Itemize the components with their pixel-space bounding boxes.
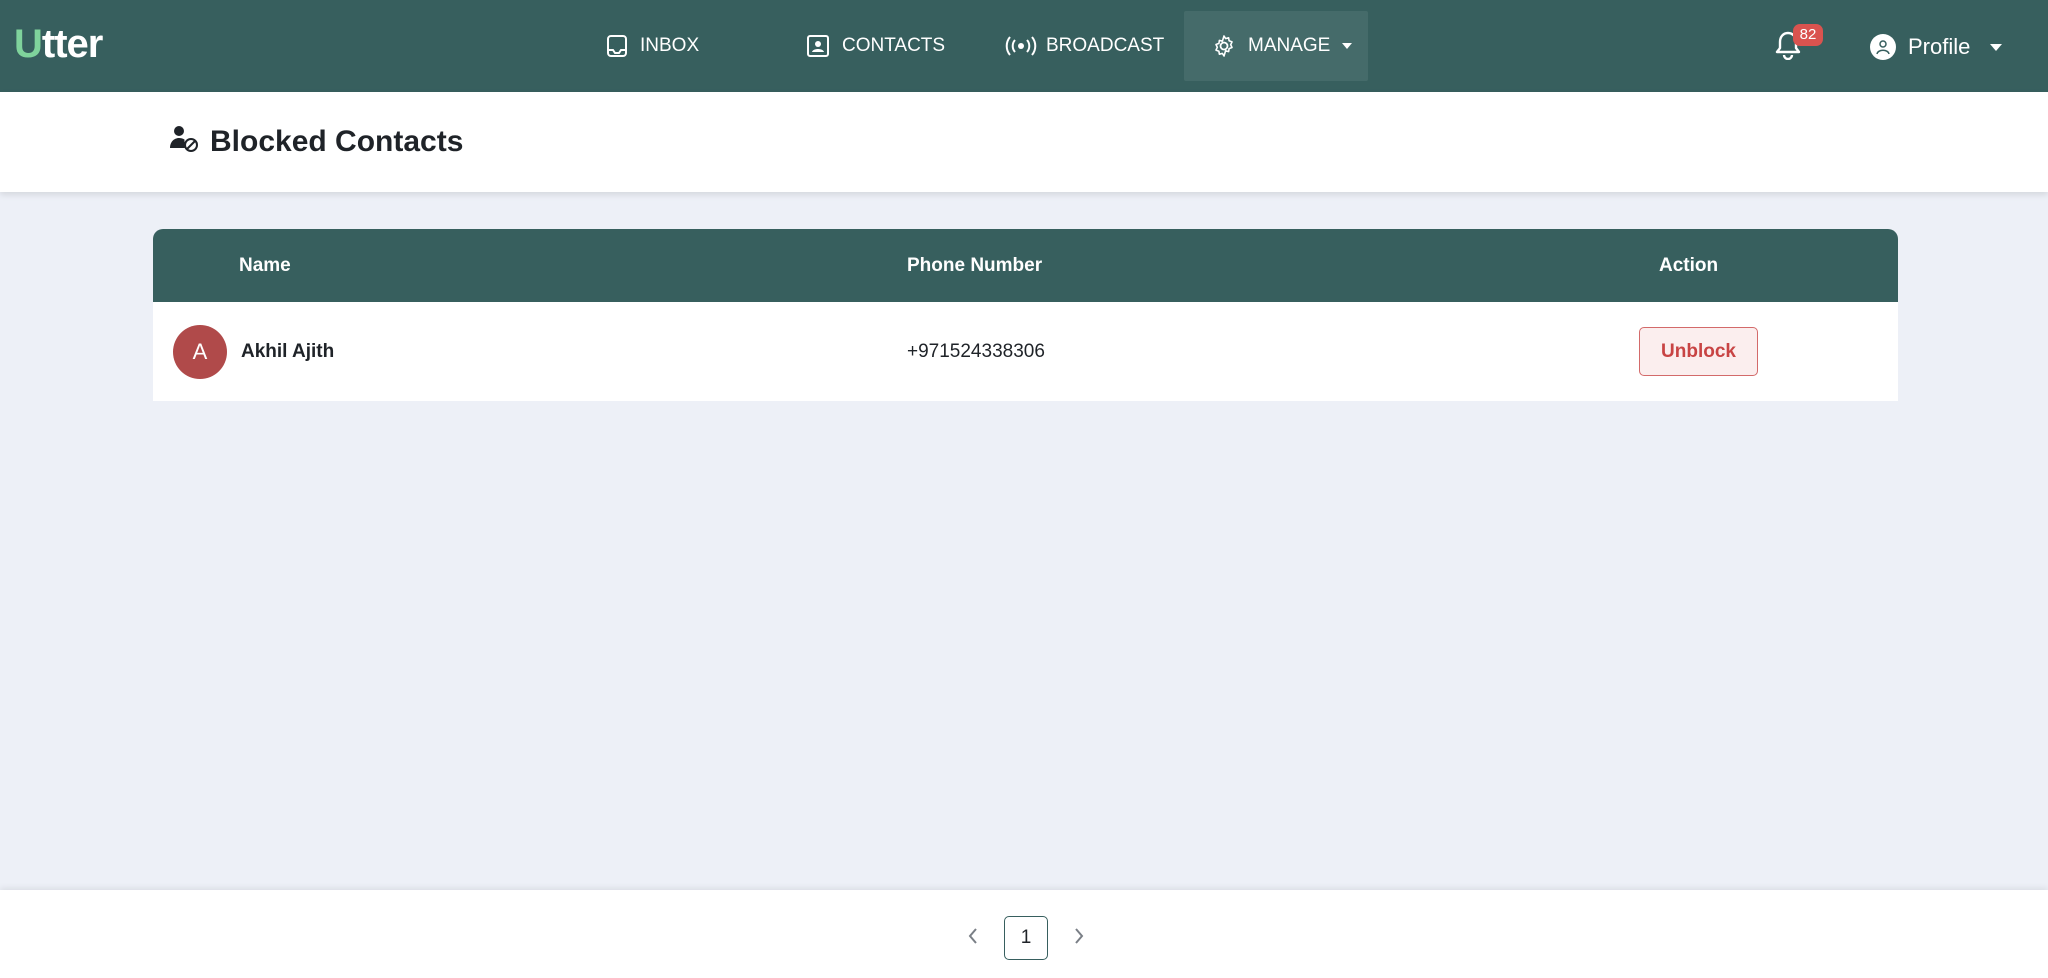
contact-avatar: A — [173, 325, 227, 379]
pagination: 1 — [960, 916, 1092, 960]
nav-contacts[interactable]: CONTACTS — [806, 11, 945, 81]
page-title: Blocked Contacts — [168, 122, 463, 162]
nav-manage-label: MANAGE — [1248, 35, 1331, 56]
column-header-name: Name — [239, 255, 291, 276]
nav-contacts-label: CONTACTS — [842, 35, 946, 56]
page-header: Blocked Contacts — [0, 92, 2048, 192]
page-title-text: Blocked Contacts — [210, 125, 464, 158]
column-header-phone: Phone Number — [907, 255, 1043, 276]
profile-menu[interactable]: Profile — [1870, 30, 2003, 64]
broadcast-icon — [1004, 35, 1038, 57]
nav-broadcast[interactable]: BROADCAST — [1004, 11, 1164, 81]
table-header: Name Phone Number Action — [153, 229, 1898, 302]
previous-page-button[interactable] — [960, 923, 986, 953]
chevron-down-icon — [1990, 43, 2003, 51]
nav-broadcast-label: BROADCAST — [1046, 35, 1165, 56]
profile-avatar-icon — [1870, 34, 1896, 60]
nav-inbox[interactable]: INBOX — [606, 11, 716, 81]
notification-count-badge: 82 — [1793, 24, 1823, 46]
user-blocked-icon — [168, 122, 200, 162]
inbox-icon — [606, 34, 628, 58]
chevron-left-icon — [967, 927, 979, 950]
blocked-contacts-table: Name Phone Number Action A Akhil Ajith +… — [153, 229, 1898, 401]
page-number-current[interactable]: 1 — [1004, 916, 1048, 960]
next-page-button[interactable] — [1066, 923, 1092, 953]
chevron-down-icon — [1342, 43, 1353, 49]
top-navbar: Utter INBOX CONTACTS BROADCAST MANAGE 82 — [0, 0, 2048, 92]
logo-text: tter — [41, 22, 103, 66]
chevron-right-icon — [1073, 927, 1085, 950]
nav-manage[interactable]: MANAGE — [1184, 11, 1368, 81]
contact-name: Akhil Ajith — [241, 341, 335, 362]
logo-initial: U — [14, 22, 43, 66]
table-row: A Akhil Ajith +971524338306 Unblock — [153, 302, 1898, 401]
contact-phone: +971524338306 — [907, 341, 1045, 362]
app-logo[interactable]: Utter — [14, 22, 103, 66]
contact-card-icon — [806, 34, 830, 58]
bell-icon — [1774, 31, 1802, 64]
pagination-bar: 1 — [0, 890, 2048, 978]
profile-label: Profile — [1908, 34, 1971, 59]
nav-inbox-label: INBOX — [640, 35, 700, 56]
unblock-button[interactable]: Unblock — [1639, 327, 1758, 376]
column-header-action: Action — [1659, 255, 1719, 276]
gear-icon — [1212, 34, 1236, 58]
